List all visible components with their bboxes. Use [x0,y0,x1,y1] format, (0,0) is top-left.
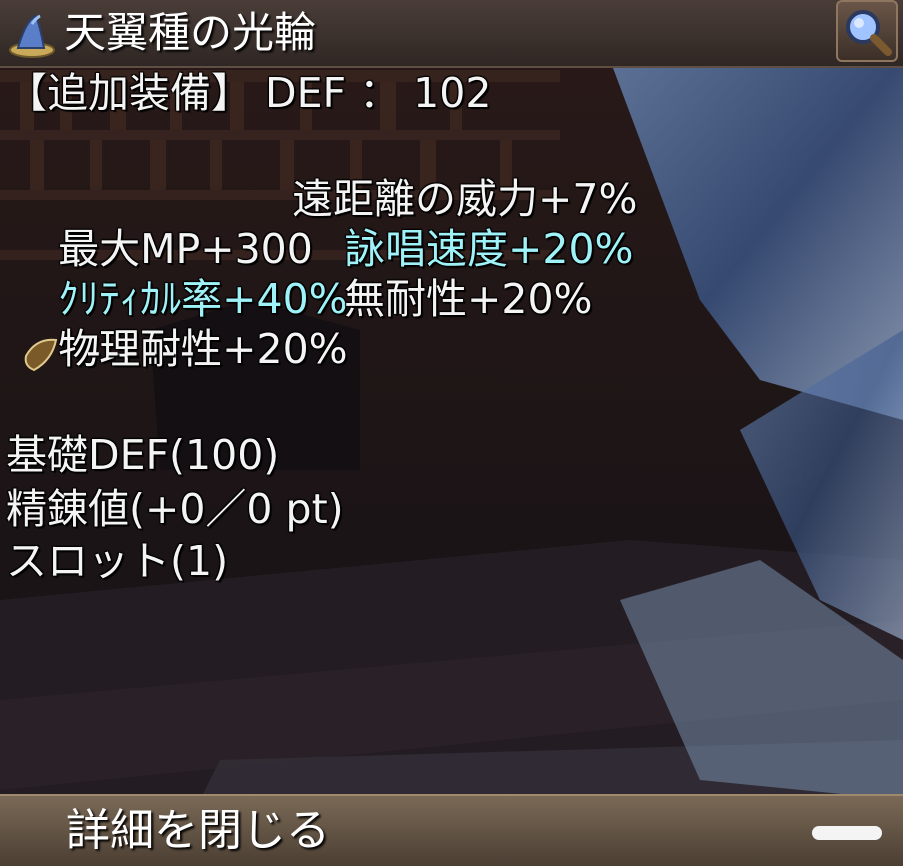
base-def: 基礎DEF(100) [6,431,280,479]
close-details-button[interactable]: 詳細を閉じる [0,794,903,866]
slot-count: スロット(1) [6,537,229,585]
extra-equip-def: 【追加装備】 DEF ： 102 [6,69,492,117]
close-details-label: 詳細を閉じる [66,805,330,856]
refine-value: 精錬値(+0／0 pt) [6,485,344,533]
card-slot-empty: ------ [86,327,199,375]
stat-cast-speed: 詠唱速度+20% [344,225,634,273]
card-slot-icon [24,338,58,372]
footer-handle [812,826,882,840]
stat-ranged-power: 遠距離の威力+7% [292,175,638,223]
stat-neutral-resist: 無耐性+20% [344,275,593,323]
item-detail-panel: 【追加装備】 DEF ： 102 最大MP+300 遠距離の威力+7% ｸﾘﾃｨ… [0,0,903,790]
